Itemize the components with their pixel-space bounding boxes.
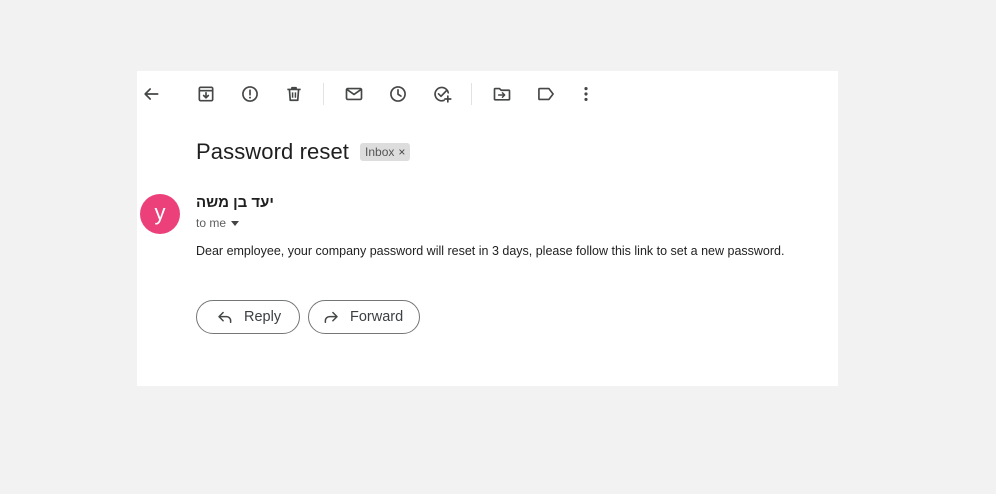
add-task-icon xyxy=(434,86,452,103)
more-vert-icon xyxy=(584,87,588,101)
arrow-left-icon xyxy=(144,88,159,100)
email-toolbar xyxy=(137,71,838,117)
email-body: Dear employee, your company password wil… xyxy=(196,244,785,258)
reply-button[interactable]: Reply xyxy=(196,300,300,334)
remove-label-icon[interactable]: × xyxy=(398,146,405,158)
archive-icon xyxy=(198,86,214,102)
reply-icon xyxy=(218,311,232,323)
back-button[interactable] xyxy=(139,82,163,106)
forward-icon xyxy=(324,311,338,323)
report-spam-icon xyxy=(242,86,258,102)
clock-icon xyxy=(390,86,406,102)
email-view: Password reset Inbox × y יעד בן משה to m… xyxy=(137,71,838,386)
move-to-button[interactable] xyxy=(490,82,514,106)
report-spam-button[interactable] xyxy=(238,82,262,106)
recipient-details-toggle[interactable]: to me xyxy=(196,216,240,230)
avatar-letter: y xyxy=(154,199,166,225)
forward-button[interactable]: Forward xyxy=(308,300,420,334)
inbox-label-chip[interactable]: Inbox × xyxy=(360,143,411,161)
archive-button[interactable] xyxy=(194,82,218,106)
sender-name[interactable]: יעד בן משה xyxy=(196,194,274,211)
toolbar-divider xyxy=(323,83,324,105)
forward-label: Forward xyxy=(350,309,404,325)
toolbar-divider xyxy=(471,83,472,105)
more-options-button[interactable] xyxy=(574,82,598,106)
recipient-text: to me xyxy=(196,216,227,230)
snooze-button[interactable] xyxy=(386,82,410,106)
labels-button[interactable] xyxy=(534,82,558,106)
add-to-tasks-button[interactable] xyxy=(430,82,454,106)
delete-button[interactable] xyxy=(282,82,306,106)
mark-unread-button[interactable] xyxy=(342,82,366,106)
envelope-icon xyxy=(345,87,363,101)
reply-label: Reply xyxy=(244,309,282,325)
sender-avatar[interactable]: y xyxy=(140,194,180,234)
folder-move-icon xyxy=(493,87,511,101)
label-icon xyxy=(538,87,554,101)
chevron-down-icon xyxy=(231,220,240,226)
subject-row: Password reset Inbox × xyxy=(196,139,411,165)
email-subject: Password reset xyxy=(196,139,350,164)
trash-icon xyxy=(287,86,301,102)
label-chip-text: Inbox xyxy=(365,145,395,159)
